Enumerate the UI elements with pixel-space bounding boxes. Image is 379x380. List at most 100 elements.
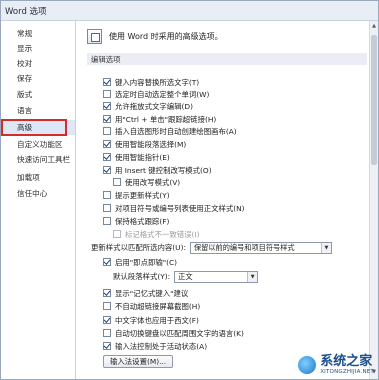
sidebar-item-label: 语言 <box>17 106 33 115</box>
watermark-sub-text: XITONGZHIJIA.NET <box>320 369 374 375</box>
default-paragraph-row: 默认段落样式(Y): 正文 ▼ <box>113 270 259 283</box>
watermark-logo-icon <box>298 356 317 374</box>
checkbox[interactable] <box>103 102 111 110</box>
panel-header: 使用 Word 时采用的高级选项。 <box>87 29 223 44</box>
section-title: 编辑选项 <box>91 54 121 64</box>
settings-icon <box>87 29 102 44</box>
checkbox[interactable] <box>103 90 111 98</box>
checkbox[interactable] <box>103 316 111 324</box>
option-label: 使用智能段落选择(M) <box>115 139 187 149</box>
sidebar-item-save[interactable]: 保存 <box>1 71 75 86</box>
checkbox[interactable] <box>103 166 111 174</box>
window-title: Word 选项 <box>5 6 47 17</box>
option-overtype-mode[interactable]: 使用改写模式(V) <box>113 176 180 188</box>
sidebar-item-quick-access-toolbar[interactable]: 快速访问工具栏 <box>1 152 75 167</box>
option-label: 用"Ctrl + 单击"跟踪超链接(H) <box>115 114 217 124</box>
option-label: 标记格式不一致错误(I) <box>125 229 200 239</box>
sidebar-item-layout[interactable]: 版式 <box>1 87 75 102</box>
option-label: 使用改写模式(V) <box>125 177 181 187</box>
option-label: 输入法控制处于活动状态(A) <box>115 341 208 351</box>
option-chinese-font-western[interactable]: 中文字体也应用于西文(F) <box>103 314 199 326</box>
update-style-select[interactable]: 保留以前的编号和项目符号样式 ▼ <box>189 241 332 254</box>
checkbox[interactable] <box>103 258 111 266</box>
option-label: 不自动超链接屏幕截图(H) <box>115 301 201 311</box>
option-mark-formatting-inconsistencies: 标记格式不一致错误(I) <box>113 228 199 240</box>
sidebar-item-language[interactable]: 语言 <box>1 103 75 118</box>
scroll-thumb[interactable] <box>371 35 377 165</box>
option-auto-drawing-canvas[interactable]: 插入自选图形时自动创建绘图画布(A) <box>103 125 237 137</box>
checkbox[interactable] <box>103 153 111 161</box>
ime-settings-button[interactable]: 输入法设置(M)... <box>103 355 174 368</box>
option-label: 使用智能指针(E) <box>115 152 170 162</box>
sidebar-item-label: 快速访问工具栏 <box>17 155 71 164</box>
sidebar-item-label: 保存 <box>17 74 33 83</box>
sidebar-item-trust-center[interactable]: 信任中心 <box>1 186 75 201</box>
checkbox[interactable] <box>103 204 111 212</box>
option-typing-replaces-selection[interactable]: 键入内容替换所选文字(T) <box>103 76 199 88</box>
sidebar-item-label: 版式 <box>17 90 33 99</box>
option-smart-cursoring[interactable]: 使用智能指针(E) <box>103 151 170 163</box>
checkbox[interactable] <box>103 302 111 310</box>
default-paragraph-select[interactable]: 正文 ▼ <box>174 270 259 283</box>
ime-settings-label: 输入法设置(M)... <box>110 357 167 366</box>
checkbox[interactable] <box>103 289 111 297</box>
option-normal-style-lists[interactable]: 对项目符号或编号列表使用正文样式(N) <box>103 202 245 214</box>
option-drag-and-drop[interactable]: 允许拖放式文字编辑(D) <box>103 100 193 112</box>
checkbox[interactable] <box>103 191 111 199</box>
sidebar-item-label: 显示 <box>17 44 33 53</box>
chevron-down-icon[interactable]: ▼ <box>320 242 331 253</box>
option-insert-key-overtype[interactable]: 用 Insert 键控制改写模式(O) <box>103 164 212 176</box>
checkbox[interactable] <box>103 78 111 86</box>
option-label: 自动切换键盘以匹配周围文字的语言(K) <box>115 328 244 338</box>
sidebar-item-general[interactable]: 常规 <box>1 26 75 41</box>
watermark: 系统之家 XITONGZHIJIA.NET <box>298 355 374 375</box>
checkbox[interactable] <box>103 217 111 225</box>
option-smart-paragraph-selection[interactable]: 使用智能段落选择(M) <box>103 138 186 150</box>
option-label: 用 Insert 键控制改写模式(O) <box>115 165 212 175</box>
option-label: 键入内容替换所选文字(T) <box>115 77 200 87</box>
watermark-main-text: 系统之家 <box>320 354 373 369</box>
default-paragraph-value: 正文 <box>178 271 193 281</box>
checkbox[interactable] <box>103 127 111 135</box>
checkbox[interactable] <box>103 329 111 337</box>
option-label: 选定时自动选定整个单词(W) <box>115 89 210 99</box>
update-style-label: 更新样式以匹配所选内容(U): <box>91 243 186 252</box>
sidebar-item-label: 加载项 <box>17 173 40 182</box>
option-prompt-update-style[interactable]: 提示更新样式(Y) <box>103 189 170 201</box>
sidebar-item-customize-ribbon[interactable]: 自定义功能区 <box>1 137 75 152</box>
option-auto-select-word[interactable]: 选定时自动选定整个单词(W) <box>103 88 209 100</box>
sidebar-item-proofing[interactable]: 校对 <box>1 56 75 71</box>
option-autocomplete-suggestions[interactable]: 显示"记忆式键入"建议 <box>103 287 188 299</box>
checkbox <box>113 230 121 238</box>
sidebar-item-display[interactable]: 显示 <box>1 41 75 56</box>
vertical-scrollbar[interactable]: ▲ ▼ <box>369 21 378 379</box>
scroll-up-icon[interactable]: ▲ <box>371 23 377 31</box>
checkbox[interactable] <box>103 115 111 123</box>
word-options-window: Word 选项 常规 显示 校对 保存 版式 语言 高级 自定义功能区 快速访问… <box>0 0 379 380</box>
option-label: 启用"即点即输"(C) <box>115 257 178 267</box>
option-keep-track-formatting[interactable]: 保持格式跟踪(F) <box>103 215 169 227</box>
update-style-value: 保留以前的编号和项目符号样式 <box>193 242 295 252</box>
option-ime-control-active[interactable]: 输入法控制处于活动状态(A) <box>103 340 207 352</box>
checkbox[interactable] <box>103 342 111 350</box>
option-ctrl-click-hyperlink[interactable]: 用"Ctrl + 单击"跟踪超链接(H) <box>103 113 216 125</box>
option-auto-switch-keyboard[interactable]: 自动切换键盘以匹配周围文字的语言(K) <box>103 327 244 339</box>
sidebar-item-label: 校对 <box>17 59 33 68</box>
update-style-row: 更新样式以匹配所选内容(U): 保留以前的编号和项目符号样式 ▼ <box>91 241 332 254</box>
option-label: 插入自选图形时自动创建绘图画布(A) <box>115 126 237 136</box>
chevron-down-icon[interactable]: ▼ <box>247 271 258 282</box>
sidebar-item-label: 常规 <box>17 29 33 38</box>
sidebar: 常规 显示 校对 保存 版式 语言 高级 自定义功能区 快速访问工具栏 加载项 … <box>1 21 76 379</box>
option-label: 对项目符号或编号列表使用正文样式(N) <box>115 203 245 213</box>
sidebar-item-add-ins[interactable]: 加载项 <box>1 170 75 185</box>
highlight-box <box>1 119 67 136</box>
option-label: 显示"记忆式键入"建议 <box>115 288 189 298</box>
sidebar-item-label: 自定义功能区 <box>17 140 63 149</box>
option-no-hyperlink-screenshot[interactable]: 不自动超链接屏幕截图(H) <box>103 300 200 312</box>
checkbox[interactable] <box>113 178 121 186</box>
sidebar-item-advanced[interactable]: 高级 <box>1 119 75 136</box>
option-click-and-type[interactable]: 启用"即点即输"(C) <box>103 256 177 268</box>
checkbox[interactable] <box>103 140 111 148</box>
main-panel: 使用 Word 时采用的高级选项。 编辑选项 键入内容替换所选文字(T) 选定时… <box>77 21 378 379</box>
panel-description: 使用 Word 时采用的高级选项。 <box>109 32 223 41</box>
